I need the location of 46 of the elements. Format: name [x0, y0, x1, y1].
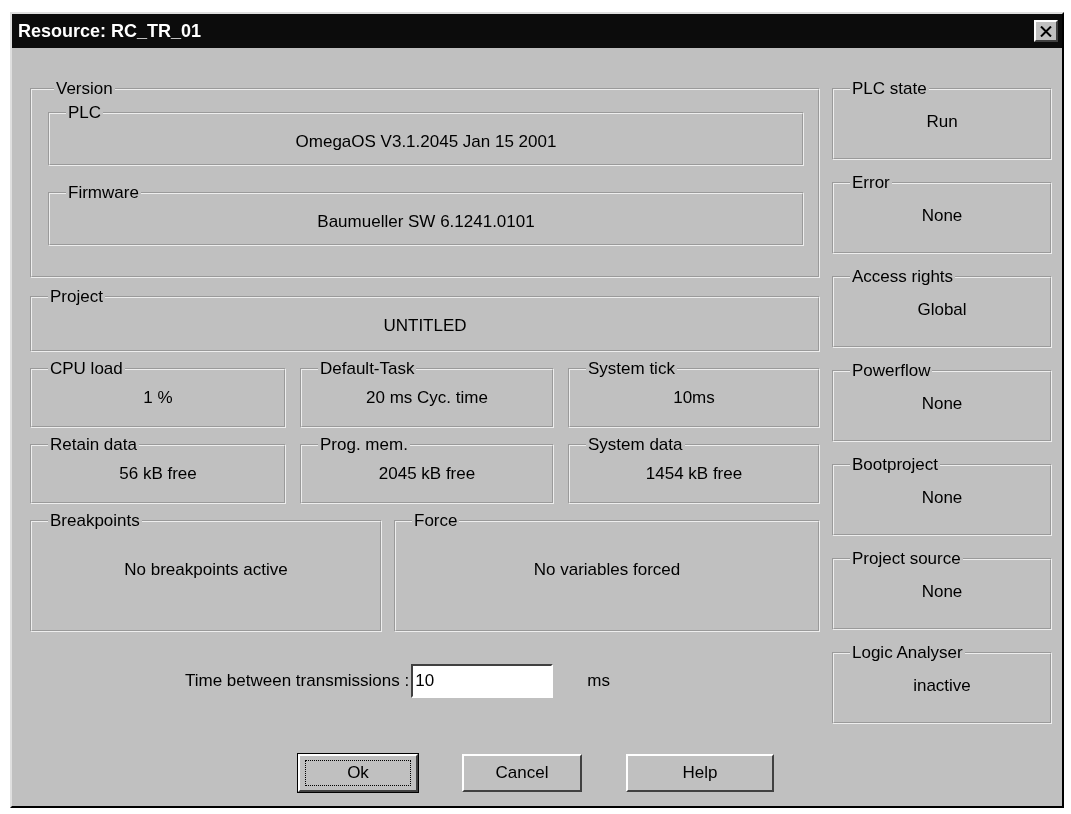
group-label: Force: [413, 512, 459, 530]
group-value: None: [920, 393, 964, 414]
group-label: Logic Analyser: [851, 644, 964, 662]
group-label: PLC state: [851, 80, 928, 98]
group-label: Project source: [851, 550, 962, 568]
group-value: 56 kB free: [118, 463, 198, 484]
group-label: Breakpoints: [49, 512, 141, 530]
group-value: None: [920, 205, 964, 226]
close-button[interactable]: [1034, 20, 1058, 42]
group-value: None: [920, 581, 964, 602]
field-label: Time between transmissions :: [185, 671, 410, 691]
input-field[interactable]: 10: [411, 664, 554, 698]
group-label: Prog. mem.: [319, 436, 409, 454]
group-label: Default-Task: [319, 360, 416, 378]
group-value: UNTITLED: [382, 315, 468, 336]
group-label: Firmware: [67, 184, 140, 202]
close-icon: [1040, 25, 1052, 37]
dialog-button[interactable]: Ok: [298, 754, 418, 792]
group-label: Error: [851, 174, 891, 192]
group-value: OmegaOS V3.1.2045 Jan 15 2001: [294, 131, 558, 152]
group-label: Bootproject: [851, 456, 939, 474]
group-label: CPU load: [49, 360, 124, 378]
group-value: inactive: [912, 675, 972, 696]
group-value: 1454 kB free: [644, 463, 744, 484]
group-label: Powerflow: [851, 362, 932, 380]
group-value: Baumueller SW 6.1241.0101: [316, 211, 536, 232]
group-value: None: [920, 487, 964, 508]
group-value: 1 %: [142, 387, 174, 408]
group-value: No variables forced: [532, 559, 682, 580]
group-value: 20 ms Cyc. time: [365, 387, 489, 408]
dialog-button[interactable]: Help: [626, 754, 774, 792]
group-label: Access rights: [851, 268, 955, 286]
group-value: 10ms: [672, 387, 716, 408]
group-label: PLC: [67, 104, 103, 122]
dialog-button[interactable]: Cancel: [462, 754, 582, 792]
window-title: Resource: RC_TR_01: [18, 20, 202, 42]
group-value: No breakpoints active: [123, 559, 289, 580]
group-label: System tick: [587, 360, 676, 378]
group-value: Global: [916, 299, 968, 320]
group-label: Version: [55, 80, 114, 98]
unit-label: ms: [587, 671, 610, 691]
group-value: 2045 kB free: [377, 463, 477, 484]
group-label: System data: [587, 436, 684, 454]
group-label: Project: [49, 288, 104, 306]
group-value: Run: [925, 111, 959, 132]
group-label: Retain data: [49, 436, 138, 454]
